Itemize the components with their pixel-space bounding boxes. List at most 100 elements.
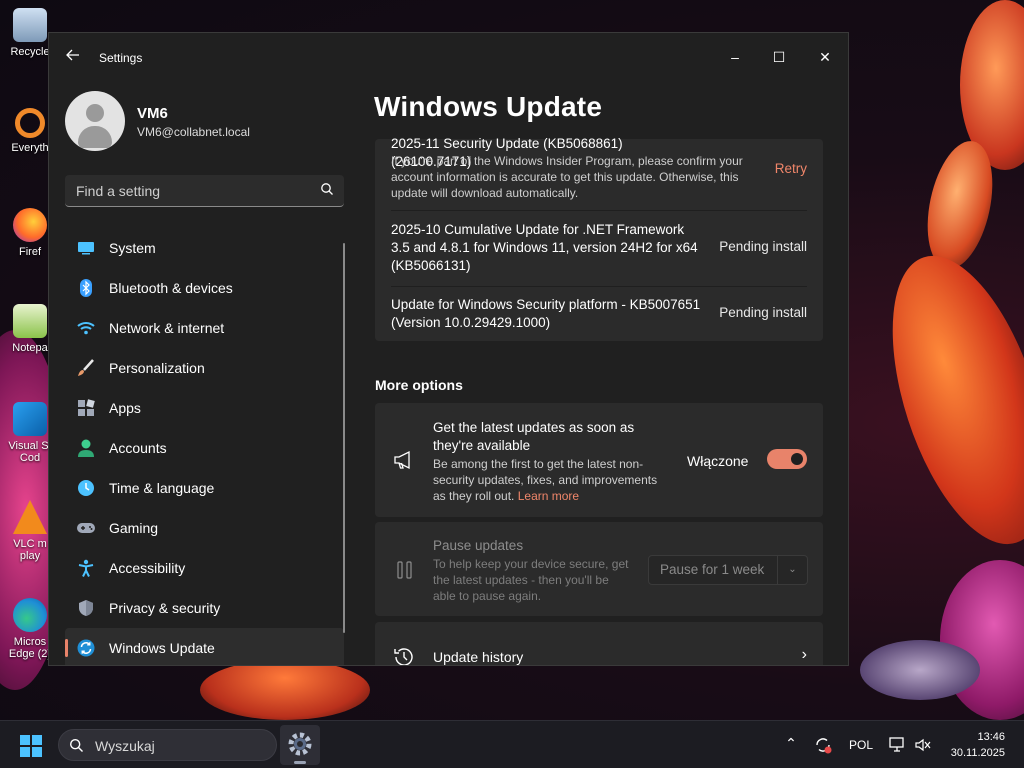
- pause-icon: [397, 561, 412, 579]
- desktop-icon-label: Recycle: [10, 46, 50, 58]
- nav-item-apps[interactable]: Apps: [65, 388, 344, 428]
- minimize-icon: –: [731, 49, 739, 65]
- pause-updates-title: Pause updates: [433, 538, 524, 553]
- update-list: 2025-11 Security Update (KB5068861) (261…: [375, 136, 823, 341]
- nav-item-label: Gaming: [109, 520, 159, 536]
- update-description: If you're part of the Windows Insider Pr…: [391, 154, 743, 200]
- nav-item-accounts[interactable]: Accounts: [65, 428, 344, 468]
- taskbar: Wyszukaj ⌃ POL 13:46 30.11.2025: [0, 720, 1024, 768]
- retry-button[interactable]: Retry: [775, 161, 807, 176]
- search-icon[interactable]: [320, 182, 334, 196]
- maximize-icon: ☐: [772, 49, 786, 65]
- find-setting-box[interactable]: [65, 175, 344, 207]
- latest-updates-card[interactable]: Get the latest updates as soon as they'r…: [375, 403, 823, 517]
- update-status: Pending install: [719, 305, 807, 320]
- update-history-title: Update history: [433, 649, 524, 665]
- wallpaper-blob: [940, 560, 1024, 720]
- app-title: Settings: [99, 51, 143, 65]
- nav-scrollbar[interactable]: [343, 243, 345, 633]
- magnifier-orange-icon: [15, 108, 45, 138]
- windows-start-icon[interactable]: [20, 735, 42, 757]
- taskbar-app-settings[interactable]: [280, 725, 320, 765]
- minimize-button[interactable]: –: [712, 41, 758, 73]
- nav-item-label: System: [109, 240, 156, 256]
- nav-item-label: Windows Update: [109, 640, 215, 656]
- update-item: 2025-11 Security Update (KB5068861) (261…: [391, 136, 807, 211]
- bluetooth-icon: [80, 279, 92, 297]
- desktop-icon-label: Visual St Cod: [8, 440, 52, 464]
- sync-icon: [77, 639, 95, 657]
- wallpaper-blob: [860, 640, 980, 700]
- nav-item-gaming[interactable]: Gaming: [65, 508, 344, 548]
- nav-item-accessibility[interactable]: Accessibility: [65, 548, 344, 588]
- clock[interactable]: 13:46 30.11.2025: [943, 729, 1005, 761]
- nav-item-personalization[interactable]: Personalization: [65, 348, 344, 388]
- desktop-icon-label: Everyth: [11, 142, 49, 154]
- desktop-icon-label: VLC m play: [13, 538, 47, 562]
- active-app-indicator: [294, 761, 306, 764]
- close-button[interactable]: ✕: [802, 41, 848, 73]
- chevron-right-icon: ›: [801, 646, 807, 663]
- taskbar-search-placeholder: Wyszukaj: [95, 738, 155, 754]
- back-button[interactable]: [63, 47, 83, 67]
- settings-gear-icon: [288, 732, 312, 756]
- pause-updates-card: Pause updates To help keep your device s…: [375, 522, 823, 616]
- clock-date: 30.11.2025: [950, 747, 1005, 759]
- latest-updates-toggle[interactable]: [767, 449, 807, 469]
- notepad-plus-icon: [13, 304, 47, 338]
- globe-clock-icon: [78, 480, 94, 496]
- more-options-heading: More options: [375, 377, 463, 393]
- nav-item-label: Time & language: [109, 480, 215, 496]
- network-monitor-icon[interactable]: [889, 736, 907, 754]
- update-item: Update for Windows Security platform - K…: [391, 287, 807, 341]
- maximize-button[interactable]: ☐: [756, 41, 802, 73]
- wifi-icon: [77, 322, 95, 335]
- monitor-icon: [78, 242, 94, 255]
- gamepad-icon: [77, 523, 95, 533]
- desktop-icon-label: Firef: [19, 246, 41, 258]
- find-setting-input[interactable]: [65, 175, 305, 206]
- wallpaper-blob: [200, 660, 370, 720]
- avatar-body: [78, 126, 112, 148]
- update-status: Pending install: [719, 239, 807, 254]
- learn-more-link[interactable]: Learn more: [518, 489, 579, 503]
- toggle-knob: [791, 453, 803, 465]
- nav-item-time-language[interactable]: Time & language: [65, 468, 344, 508]
- update-item: 2025-10 Cumulative Update for .NET Frame…: [391, 211, 807, 287]
- latest-updates-description: Be among the first to get the latest non…: [433, 456, 673, 504]
- input-language[interactable]: POL: [849, 738, 873, 752]
- recycle-bin-icon: [13, 8, 47, 42]
- update-pending-icon[interactable]: [814, 736, 832, 754]
- nav-item-label: Personalization: [109, 360, 205, 376]
- nav-item-network-internet[interactable]: Network & internet: [65, 308, 344, 348]
- taskbar-search[interactable]: Wyszukaj: [58, 729, 277, 761]
- nav-item-label: Accounts: [109, 440, 167, 456]
- chevron-up-icon: ⌃: [785, 735, 797, 751]
- pause-duration-value: Pause for 1 week: [660, 562, 765, 577]
- nav-item-label: Accessibility: [109, 560, 186, 576]
- avatar[interactable]: [65, 91, 125, 151]
- nav-item-system[interactable]: System: [65, 228, 344, 268]
- show-hidden-icons-button[interactable]: ⌃: [782, 735, 800, 753]
- latest-updates-title: Get the latest updates as soon as they'r…: [433, 420, 635, 453]
- nav-item-privacy-security[interactable]: Privacy & security: [65, 588, 344, 628]
- page-title: Windows Update: [374, 91, 603, 122]
- clock-time: 13:46: [977, 731, 1005, 743]
- avatar-head: [86, 104, 104, 122]
- toggle-state-label: Włączone: [687, 453, 749, 469]
- chevron-down-icon: ⌄: [777, 556, 807, 584]
- pause-duration-select[interactable]: Pause for 1 week ⌄: [648, 555, 808, 585]
- nav-item-windows-update[interactable]: Windows Update: [65, 628, 344, 665]
- volume-muted-icon[interactable]: [914, 736, 932, 754]
- firefox-icon: [13, 208, 47, 242]
- history-icon: [394, 648, 413, 665]
- update-history-card[interactable]: Update history ›: [375, 622, 823, 665]
- arrow-left-icon: [66, 49, 79, 61]
- person-icon: [78, 439, 94, 457]
- vscode-icon: [13, 402, 47, 436]
- title-bar: Settings – ☐ ✕: [49, 33, 848, 81]
- desktop-icon-label: Micros Edge (2): [8, 636, 52, 660]
- profile-name: VM6: [137, 105, 168, 122]
- nav-item-bluetooth-devices[interactable]: Bluetooth & devices: [65, 268, 344, 308]
- search-icon: [69, 738, 83, 752]
